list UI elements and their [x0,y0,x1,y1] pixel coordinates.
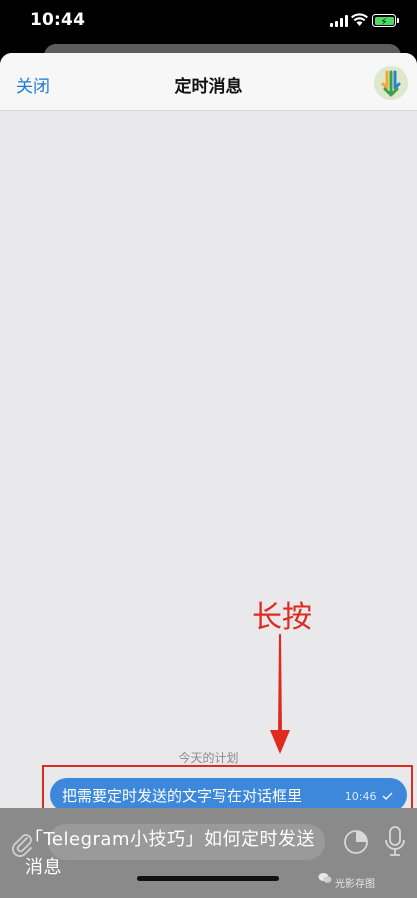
wechat-icon [318,873,332,883]
date-header: 今天的计划 [178,751,239,765]
check-icon [382,792,393,800]
cellular-signal-icon [330,15,348,27]
input-bar: 「Telegram小技巧」如何定时发送消息 光影存图 [0,808,417,898]
message-bubble[interactable]: 把需要定时发送的文字写在对话框里 10:46 [50,778,407,812]
message-time: 10:46 [345,790,393,803]
home-indicator [137,876,279,881]
status-bar: 10:44 ⚡ [0,0,417,44]
timer-icon[interactable] [342,828,370,856]
annotation-arrow-icon [270,634,290,754]
wifi-icon [351,13,368,26]
annotation-label: 长按 [252,600,312,635]
download-arrow-icon[interactable] [374,66,408,100]
microphone-icon[interactable] [384,826,406,858]
page-title: 定时消息 [174,77,243,97]
message-text: 把需要定时发送的文字写在对话框里 [62,787,303,805]
watermark: 光影存图 [335,879,375,890]
battery-icon: ⚡ [372,14,399,28]
nav-bar: 关闭 定时消息 [0,53,417,111]
status-time: 10:44 [30,10,86,30]
caption-overlay: 「Telegram小技巧」如何定时发送消息 [25,829,315,878]
